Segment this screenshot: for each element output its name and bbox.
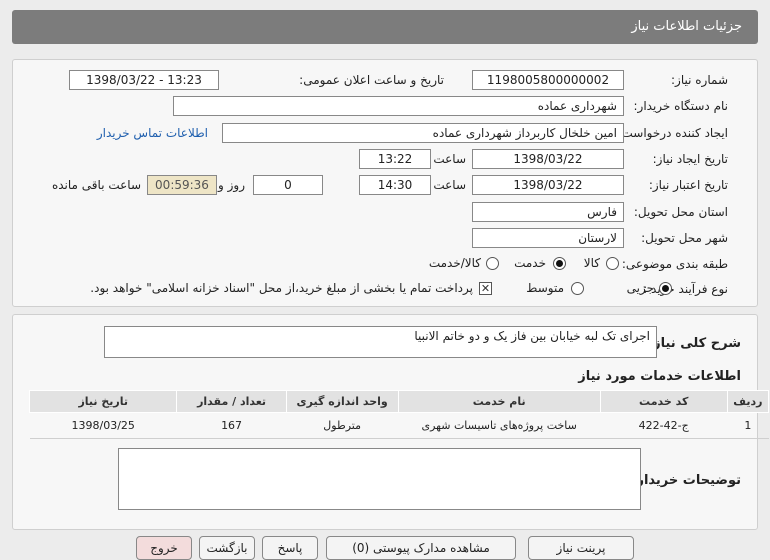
category-option-goods: کالا	[583, 256, 600, 270]
request-creator-label: ایجاد کننده درخواست:	[617, 126, 728, 140]
purchase-radio-minor[interactable]	[659, 282, 672, 295]
page-title-bar: جزئیات اطلاعات نیاز	[12, 10, 758, 44]
summary-label: شرح کلی نیاز:	[647, 336, 741, 351]
remaining-time-field: 00:59:36	[147, 175, 217, 195]
need-number-label: شماره نیاز:	[671, 73, 728, 87]
back-button[interactable]: بازگشت	[199, 536, 255, 560]
created-date-label: تاریخ ایجاد نیاز:	[652, 152, 728, 166]
validity-date-label: تاریخ اعتبار نیاز:	[648, 178, 728, 192]
province-field: فارس	[472, 202, 624, 222]
col-row-number: ردیف	[726, 390, 770, 413]
summary-field: اجرای تک لبه خیابان بین فاز یک و دو خاتم…	[104, 326, 657, 358]
cell-need-date: 1398/03/25	[29, 412, 177, 439]
services-header-row: تاریخ نیاز تعداد / مقدار واحد اندازه گیر…	[28, 390, 770, 413]
cell-unit: مترطول	[286, 412, 399, 439]
announce-datetime-label: تاریخ و ساعت اعلان عمومی:	[299, 73, 444, 87]
buyer-org-field: شهرداری عماده	[173, 96, 624, 116]
col-unit: واحد اندازه گیری	[285, 390, 399, 413]
category-radio-goods-service[interactable]	[486, 257, 499, 270]
announce-datetime-field: 1398/03/22 - 13:23	[69, 70, 219, 90]
purchase-option-medium: متوسط	[526, 281, 564, 295]
city-label: شهر محل تحویل:	[641, 231, 728, 245]
cell-service-code: ج-42-422	[600, 412, 728, 439]
created-time-label: ساعت	[433, 152, 466, 166]
city-field: لارستان	[472, 228, 624, 248]
col-service-code: کد خدمت	[599, 390, 728, 413]
purchase-option-minor: جزیی	[626, 281, 654, 295]
validity-time-field: 14:30	[359, 175, 431, 195]
treasury-payment-note: پرداخت تمام یا بخشی از مبلغ خرید،از محل …	[90, 281, 473, 295]
category-option-service: خدمت	[514, 256, 546, 270]
cell-quantity: 167	[176, 412, 287, 439]
remaining-time-label: ساعت باقی مانده	[51, 178, 141, 192]
buyer-notes-field	[118, 448, 641, 510]
category-label: طبقه بندی موضوعی:	[621, 257, 728, 271]
view-attachments-button[interactable]: مشاهده مدارک پیوستی (0)	[326, 536, 516, 560]
purchase-radio-medium[interactable]	[571, 282, 584, 295]
category-option-goods-service: کالا/خدمت	[428, 256, 481, 270]
reply-button[interactable]: پاسخ	[262, 536, 318, 560]
col-quantity: تعداد / مقدار	[176, 390, 287, 413]
table-row: 1398/03/25 167 مترطول ساخت پروژه‌های تاس…	[29, 412, 769, 439]
province-label: استان محل تحویل:	[633, 205, 728, 219]
col-need-date: تاریخ نیاز	[28, 390, 178, 413]
buyer-org-label: نام دستگاه خریدار:	[633, 99, 729, 113]
services-heading: اطلاعات خدمات مورد نیاز	[578, 369, 741, 384]
remaining-days-field: 0	[253, 175, 323, 195]
need-number-field: 1198005800000002	[472, 70, 624, 90]
exit-button[interactable]: خروج	[136, 536, 192, 560]
created-time-field: 13:22	[359, 149, 431, 169]
page-title: جزئیات اطلاعات نیاز	[631, 19, 742, 34]
treasury-payment-checkbox[interactable]: ✕	[479, 282, 492, 295]
services-table: تاریخ نیاز تعداد / مقدار واحد اندازه گیر…	[28, 390, 770, 439]
cell-row-number: 1	[727, 412, 769, 439]
category-radio-service[interactable]	[553, 257, 566, 270]
validity-date-field: 1398/03/22	[472, 175, 624, 195]
print-button[interactable]: پرینت نیاز	[528, 536, 634, 560]
category-radio-goods[interactable]	[606, 257, 619, 270]
remaining-days-label: روز و	[218, 178, 245, 192]
purchase-type-label: نوع فرآیند خرید :	[643, 282, 728, 296]
request-creator-field: امین خلخال کاربرداز شهرداری عماده	[222, 123, 624, 143]
col-service-name: نام خدمت	[397, 390, 601, 413]
validity-time-label: ساعت	[433, 178, 466, 192]
buyer-notes-label: توضیحات خریدار:	[631, 473, 741, 488]
created-date-field: 1398/03/22	[472, 149, 624, 169]
cell-service-name: ساخت پروژه‌های تاسیسات شهری	[398, 412, 601, 439]
buyer-contact-link[interactable]: اطلاعات تماس خریدار	[97, 126, 208, 140]
